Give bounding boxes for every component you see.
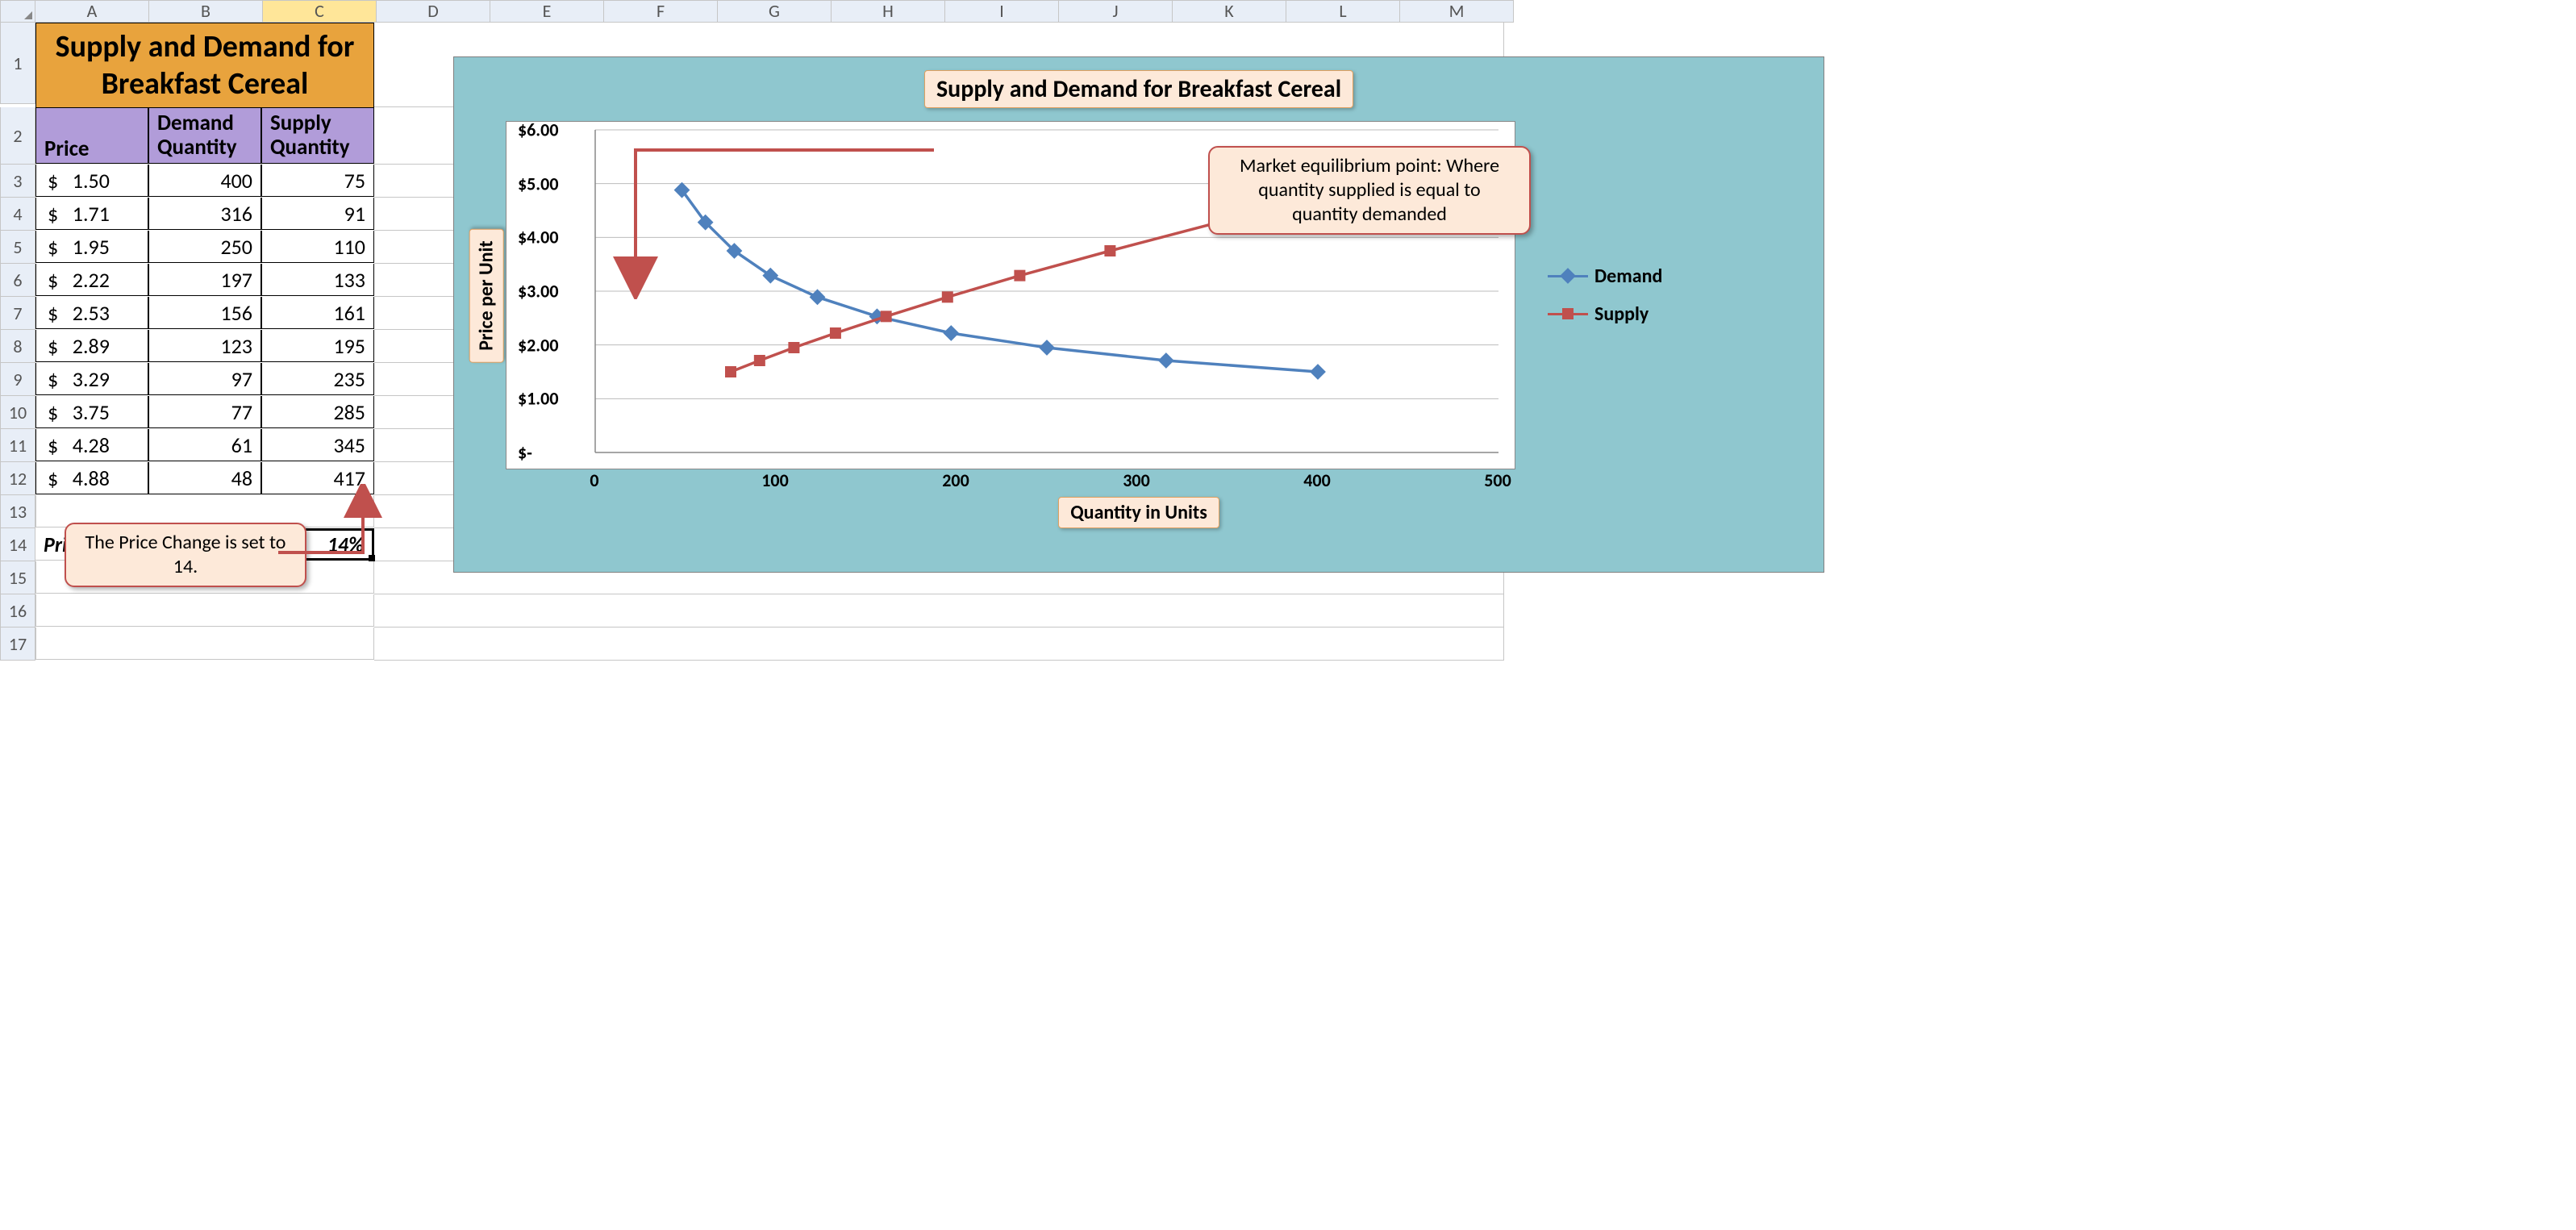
row-header[interactable]: 13 <box>0 495 35 528</box>
x-tick: 200 <box>942 469 969 491</box>
cell-demand[interactable]: 48 <box>148 462 261 494</box>
x-tick: 400 <box>1303 469 1330 491</box>
cell-supply[interactable]: 91 <box>261 198 374 230</box>
cell-supply[interactable]: 110 <box>261 231 374 263</box>
chart-legend: Demand Supply <box>1515 121 1749 469</box>
row-header[interactable]: 5 <box>0 231 35 264</box>
spreadsheet: ABCDEFGHIJKLM 1 Supply and Demand for Br… <box>0 0 2576 661</box>
cell-supply[interactable]: 345 <box>261 429 374 461</box>
row-16: 16 <box>0 594 2576 628</box>
col-header-G[interactable]: G <box>718 0 832 23</box>
col-header-K[interactable]: K <box>1173 0 1286 23</box>
x-tick: 0 <box>590 469 598 491</box>
row-header[interactable]: 2 <box>0 107 35 165</box>
col-header-C[interactable]: C <box>263 0 377 23</box>
legend-supply-label: Supply <box>1594 302 1649 326</box>
cell-demand[interactable]: 316 <box>148 198 261 230</box>
cell-price[interactable]: $ 3.29 <box>35 363 148 395</box>
col-header-H[interactable]: H <box>832 0 945 23</box>
col-header-A[interactable]: A <box>35 0 149 23</box>
col-header-J[interactable]: J <box>1059 0 1173 23</box>
row-header[interactable]: 15 <box>0 561 35 594</box>
cell-demand[interactable]: 61 <box>148 429 261 461</box>
col-header-L[interactable]: L <box>1286 0 1400 23</box>
x-axis-label: Quantity in Units <box>1058 497 1219 528</box>
row-header[interactable]: 7 <box>0 297 35 330</box>
column-header-row: ABCDEFGHIJKLM <box>0 0 2576 23</box>
col-header-I[interactable]: I <box>945 0 1059 23</box>
cell-demand[interactable]: 197 <box>148 264 261 296</box>
col-header-M[interactable]: M <box>1400 0 1514 23</box>
row-header[interactable]: 3 <box>0 165 35 198</box>
cell-demand[interactable]: 250 <box>148 231 261 263</box>
x-tick: 100 <box>761 469 788 491</box>
cell-price[interactable]: $ 1.50 <box>35 165 148 197</box>
row-header[interactable]: 12 <box>0 462 35 495</box>
x-tick-row: 0 100 200 300 400 500 <box>506 469 1514 495</box>
col-header-B[interactable]: B <box>149 0 263 23</box>
cell-supply[interactable]: 161 <box>261 297 374 329</box>
x-tick: 500 <box>1484 469 1511 491</box>
cell-demand[interactable]: 123 <box>148 330 261 362</box>
row-header[interactable]: 9 <box>0 363 35 396</box>
row-header[interactable]: 4 <box>0 198 35 231</box>
cell-supply[interactable]: 195 <box>261 330 374 362</box>
header-price[interactable]: Price <box>35 107 148 164</box>
row-header[interactable]: 6 <box>0 264 35 297</box>
cell-demand[interactable]: 400 <box>148 165 261 197</box>
cell-price[interactable]: $ 1.95 <box>35 231 148 263</box>
callout-price-change: The Price Change is set to 14. <box>65 523 306 587</box>
legend-demand: Demand <box>1548 265 1749 288</box>
cell-price[interactable]: $ 4.28 <box>35 429 148 461</box>
x-tick: 300 <box>1123 469 1149 491</box>
cell-price[interactable]: $ 2.53 <box>35 297 148 329</box>
col-header-F[interactable]: F <box>604 0 718 23</box>
table-title[interactable]: Supply and Demand for Breakfast Cereal <box>35 23 374 107</box>
cell-supply[interactable]: 235 <box>261 363 374 395</box>
cell-price[interactable]: $ 2.22 <box>35 264 148 296</box>
chart-container[interactable]: Supply and Demand for Breakfast Cereal P… <box>453 56 1824 573</box>
cell-price[interactable]: $ 1.71 <box>35 198 148 230</box>
callout-equilibrium: Market equilibrium point: Where quantity… <box>1208 146 1531 235</box>
header-supply[interactable]: Supply Quantity <box>261 107 374 164</box>
cell-price[interactable]: $ 3.75 <box>35 396 148 428</box>
row-header[interactable]: 8 <box>0 330 35 363</box>
y-axis-label-wrap: Price per Unit <box>467 121 506 469</box>
cell-supply[interactable]: 75 <box>261 165 374 197</box>
cell-supply[interactable]: 417 <box>261 462 374 494</box>
cell-price[interactable]: $ 4.88 <box>35 462 148 494</box>
legend-demand-label: Demand <box>1594 265 1662 288</box>
cell-price[interactable]: $ 2.89 <box>35 330 148 362</box>
cell-demand[interactable]: 156 <box>148 297 261 329</box>
chart-plot-area[interactable]: $6.00$5.00$4.00$3.00$2.00$1.00$- Market … <box>506 121 1515 469</box>
cell-supply[interactable]: 133 <box>261 264 374 296</box>
row-header[interactable]: 1 <box>0 23 35 104</box>
select-all-corner[interactable] <box>0 0 35 23</box>
legend-supply: Supply <box>1548 302 1749 326</box>
row-17: 17 <box>0 628 2576 661</box>
row-header[interactable]: 10 <box>0 396 35 429</box>
cell-demand[interactable]: 97 <box>148 363 261 395</box>
cell-demand[interactable]: 77 <box>148 396 261 428</box>
col-header-E[interactable]: E <box>490 0 604 23</box>
row-header[interactable]: 14 <box>0 528 35 561</box>
cell-supply[interactable]: 285 <box>261 396 374 428</box>
header-demand[interactable]: Demand Quantity <box>148 107 261 164</box>
chart-title: Supply and Demand for Breakfast Cereal <box>924 70 1353 108</box>
y-axis-label: Price per Unit <box>469 228 504 362</box>
row-header[interactable]: 17 <box>0 628 35 661</box>
row-header[interactable]: 16 <box>0 594 35 628</box>
col-header-D[interactable]: D <box>377 0 490 23</box>
row-header[interactable]: 11 <box>0 429 35 462</box>
